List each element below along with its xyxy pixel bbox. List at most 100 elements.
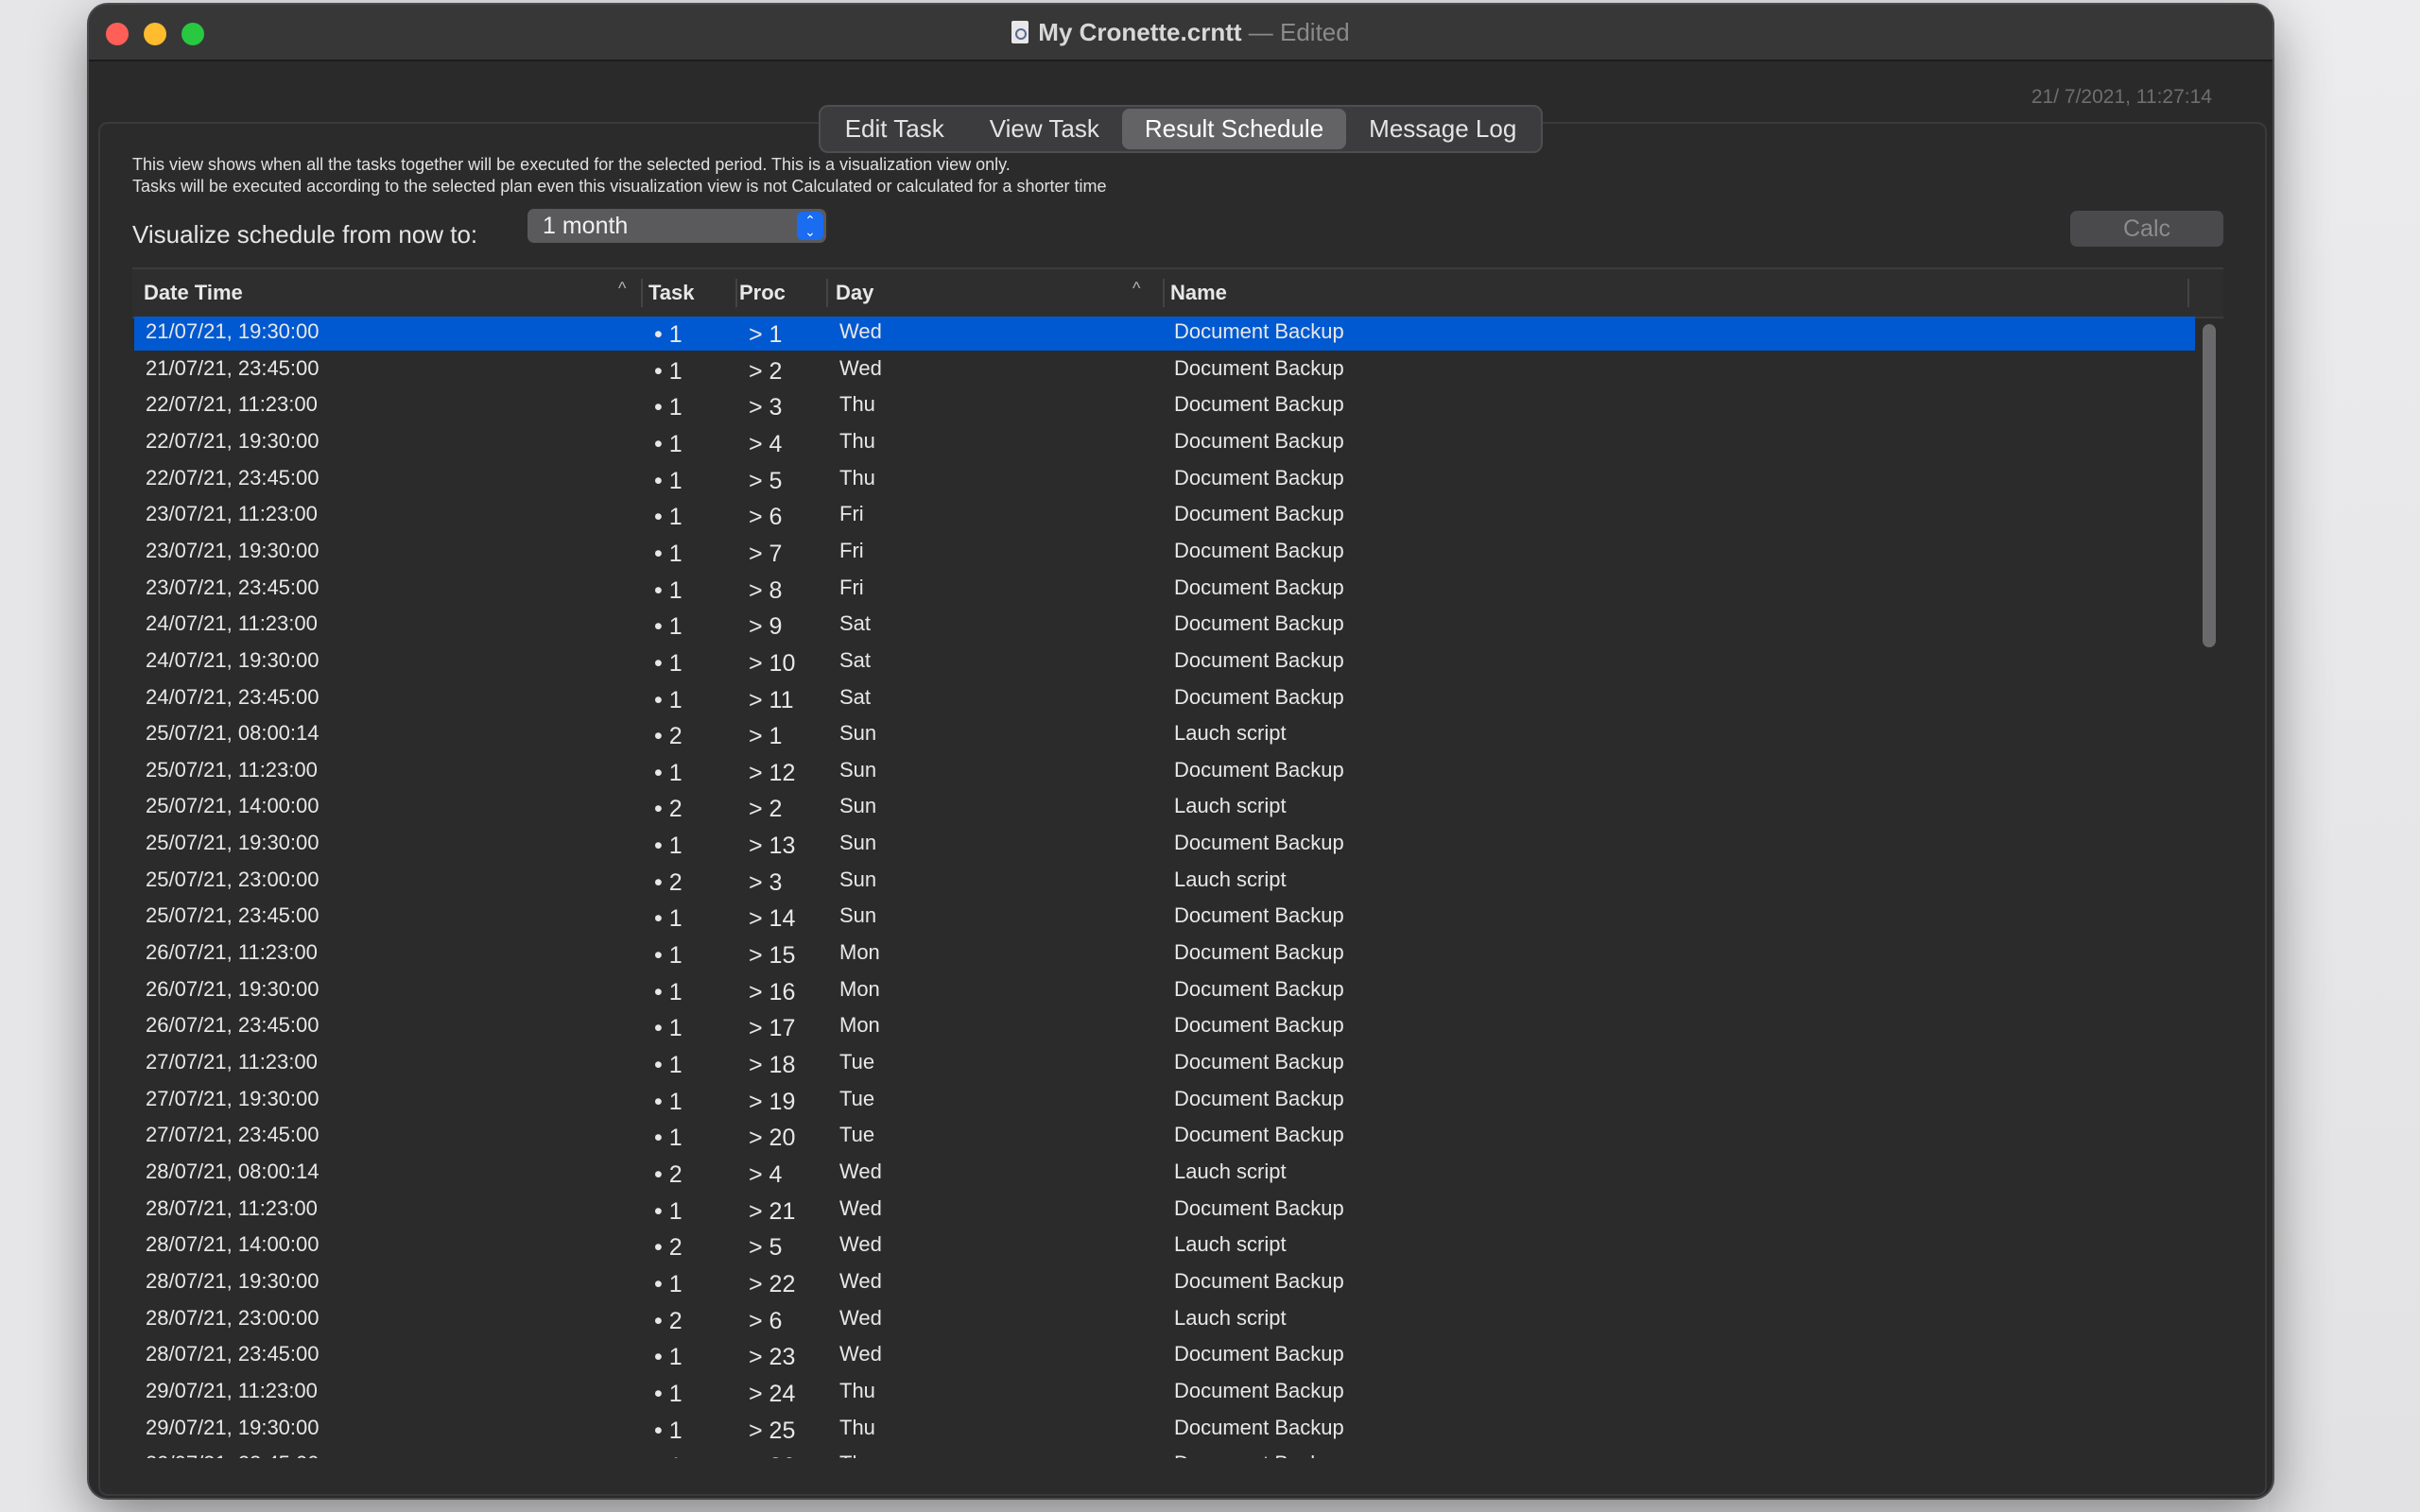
cell-name: Document Backup bbox=[1174, 465, 1344, 490]
calc-button[interactable]: Calc bbox=[2070, 211, 2223, 247]
cell-task: • 1 bbox=[654, 1197, 683, 1225]
table-row[interactable]: 22/07/21, 19:30:00 • 1 > 4 Thu Document Back… bbox=[134, 424, 2195, 460]
up-down-chevron-icon: ⌃ ⌄ bbox=[797, 212, 823, 240]
table-row[interactable]: 25/07/21, 23:00:00 • 2 > 3 Sun Lauch script bbox=[134, 863, 2195, 899]
table-row[interactable]: 26/07/21, 23:45:00 • 1 > 17 Mon Document Bac… bbox=[134, 1008, 2195, 1044]
cell-name: Document Backup bbox=[1174, 684, 1344, 709]
cell-day: Wed bbox=[839, 1159, 882, 1183]
table-row[interactable]: 28/07/21, 11:23:00 • 1 > 21 Wed Document Bac… bbox=[134, 1192, 2195, 1228]
cell-day: Thu bbox=[839, 1415, 875, 1439]
column-divider[interactable] bbox=[1163, 279, 1165, 307]
tab-message-log[interactable]: Message Log bbox=[1346, 109, 1539, 149]
info-line-1: This view shows when all the tasks toget… bbox=[132, 155, 1011, 174]
tab-edit-task[interactable]: Edit Task bbox=[822, 109, 967, 149]
cell-date-time: 26/07/21, 19:30:00 bbox=[146, 976, 320, 1001]
cell-task: • 1 bbox=[654, 540, 683, 567]
cell-proc: > 7 bbox=[749, 540, 783, 567]
cell-date-time: 25/07/21, 08:00:14 bbox=[146, 721, 320, 746]
table-row[interactable]: 23/07/21, 11:23:00 • 1 > 6 Fri Document Back… bbox=[134, 497, 2195, 533]
table-row[interactable]: 23/07/21, 19:30:00 • 1 > 7 Fri Document Back… bbox=[134, 534, 2195, 570]
column-header-day[interactable]: Day bbox=[836, 281, 873, 305]
table-row[interactable]: 26/07/21, 11:23:00 • 1 > 15 Mon Document Bac… bbox=[134, 936, 2195, 971]
cell-proc: > 25 bbox=[749, 1417, 796, 1444]
scrollbar-thumb[interactable] bbox=[2203, 324, 2216, 647]
period-select[interactable]: 1 month ⌃ ⌄ bbox=[527, 209, 826, 243]
table-row[interactable]: 24/07/21, 23:45:00 • 1 > 11 Sat Document Bac… bbox=[134, 680, 2195, 716]
table-row[interactable]: 28/07/21, 23:45:00 • 1 > 23 Wed Document Bac… bbox=[134, 1337, 2195, 1373]
cell-date-time: 28/07/21, 08:00:14 bbox=[146, 1159, 320, 1183]
column-header-date-time[interactable]: Date Time bbox=[144, 281, 243, 305]
column-divider[interactable] bbox=[2187, 279, 2189, 307]
cell-date-time: 22/07/21, 23:45:00 bbox=[146, 465, 320, 490]
column-divider[interactable] bbox=[641, 279, 643, 307]
table-row[interactable]: 28/07/21, 14:00:00 • 2 > 5 Wed Lauch script bbox=[134, 1228, 2195, 1263]
table-row[interactable]: 27/07/21, 11:23:00 • 1 > 18 Tue Document Bac… bbox=[134, 1045, 2195, 1081]
cell-name: Lauch script bbox=[1174, 794, 1287, 818]
schedule-table: Date Time ^ Task Proc Day ^ Name 21/07/2… bbox=[132, 267, 2223, 1458]
cell-proc: > 3 bbox=[749, 394, 783, 421]
table-row[interactable]: 27/07/21, 19:30:00 • 1 > 19 Tue Document Bac… bbox=[134, 1082, 2195, 1118]
table-row[interactable]: 28/07/21, 23:00:00 • 2 > 6 Wed Lauch script bbox=[134, 1301, 2195, 1337]
table-row[interactable]: 24/07/21, 11:23:00 • 1 > 9 Sat Document Back… bbox=[134, 607, 2195, 643]
info-line-2: Tasks will be executed according to the … bbox=[132, 177, 1107, 196]
document-icon bbox=[1011, 21, 1029, 43]
column-header-name[interactable]: Name bbox=[1170, 281, 1227, 305]
vertical-scrollbar[interactable] bbox=[2199, 318, 2221, 1456]
tab-result-schedule[interactable]: Result Schedule bbox=[1121, 109, 1347, 149]
table-row[interactable]: 22/07/21, 11:23:00 • 1 > 3 Thu Document Back… bbox=[134, 387, 2195, 423]
cell-proc: > 4 bbox=[749, 1160, 783, 1188]
cell-name: Document Backup bbox=[1174, 1342, 1344, 1366]
cell-day: Wed bbox=[839, 1305, 882, 1330]
column-header-proc[interactable]: Proc bbox=[739, 281, 786, 305]
title-bar[interactable]: My Cronette.crntt — Edited bbox=[89, 5, 2273, 61]
column-divider[interactable] bbox=[735, 279, 737, 307]
cell-proc: > 3 bbox=[749, 868, 783, 896]
table-row[interactable]: 28/07/21, 19:30:00 • 1 > 22 Wed Document Bac… bbox=[134, 1264, 2195, 1300]
table-row[interactable]: 29/07/21, 11:23:00 • 1 > 24 Thu Document Bac… bbox=[134, 1374, 2195, 1410]
cell-date-time: 28/07/21, 23:45:00 bbox=[146, 1342, 320, 1366]
table-row[interactable]: 29/07/21, 19:30:00 • 1 > 25 Thu Document Bac… bbox=[134, 1411, 2195, 1447]
cell-date-time: 26/07/21, 11:23:00 bbox=[146, 940, 318, 965]
cell-day: Sun bbox=[839, 757, 877, 782]
table-row[interactable]: 25/07/21, 23:45:00 • 1 > 14 Sun Document Bac… bbox=[134, 899, 2195, 935]
cell-proc: > 19 bbox=[749, 1088, 796, 1115]
column-header-task[interactable]: Task bbox=[648, 281, 695, 305]
table-row[interactable]: 21/07/21, 19:30:00 • 1 > 1 Wed Document Back… bbox=[134, 317, 2195, 351]
table-row[interactable]: 27/07/21, 23:45:00 • 1 > 20 Tue Document Bac… bbox=[134, 1118, 2195, 1154]
cell-task: • 2 bbox=[654, 1234, 683, 1262]
cell-day: Mon bbox=[839, 976, 880, 1001]
table-row[interactable]: 25/07/21, 14:00:00 • 2 > 2 Sun Lauch script bbox=[134, 789, 2195, 825]
cell-day: Wed bbox=[839, 1195, 882, 1220]
cell-name: Document Backup bbox=[1174, 1452, 1344, 1458]
cell-date-time: 21/07/21, 19:30:00 bbox=[146, 319, 320, 343]
tab-view-task[interactable]: View Task bbox=[967, 109, 1122, 149]
cell-name: Document Backup bbox=[1174, 1415, 1344, 1439]
table-row[interactable]: 25/07/21, 11:23:00 • 1 > 12 Sun Document Bac… bbox=[134, 753, 2195, 789]
table-row[interactable]: 24/07/21, 19:30:00 • 1 > 10 Sat Document Bac… bbox=[134, 644, 2195, 679]
cell-proc: > 21 bbox=[749, 1197, 796, 1225]
cell-date-time: 27/07/21, 11:23:00 bbox=[146, 1050, 318, 1074]
cell-proc: > 4 bbox=[749, 430, 783, 457]
column-divider[interactable] bbox=[826, 279, 828, 307]
cell-task: • 1 bbox=[654, 1453, 683, 1458]
table-row[interactable]: 21/07/21, 23:45:00 • 1 > 2 Wed Document Back… bbox=[134, 352, 2195, 387]
cell-task: • 1 bbox=[654, 394, 683, 421]
cell-name: Document Backup bbox=[1174, 575, 1344, 599]
table-row[interactable]: 25/07/21, 19:30:00 • 1 > 13 Sun Document Bac… bbox=[134, 826, 2195, 862]
table-row[interactable]: 23/07/21, 23:45:00 • 1 > 8 Fri Document Back… bbox=[134, 571, 2195, 607]
cell-proc: > 14 bbox=[749, 905, 796, 933]
table-row[interactable]: 29/07/21, 23:45:00 • 1 > 26 Thu Document Bac… bbox=[134, 1447, 2195, 1458]
table-row[interactable]: 26/07/21, 19:30:00 • 1 > 16 Mon Document Bac… bbox=[134, 972, 2195, 1008]
cell-day: Sat bbox=[839, 647, 872, 672]
cell-name: Lauch script bbox=[1174, 1232, 1287, 1257]
table-row[interactable]: 22/07/21, 23:45:00 • 1 > 5 Thu Document Back… bbox=[134, 461, 2195, 497]
cell-task: • 1 bbox=[654, 1088, 683, 1115]
cell-proc: > 1 bbox=[749, 723, 783, 750]
table-row[interactable]: 28/07/21, 08:00:14 • 2 > 4 Wed Lauch script bbox=[134, 1155, 2195, 1191]
cell-proc: > 2 bbox=[749, 357, 783, 385]
cell-name: Document Backup bbox=[1174, 976, 1344, 1001]
sort-ascending-icon: ^ bbox=[1132, 279, 1141, 298]
table-row[interactable]: 25/07/21, 08:00:14 • 2 > 1 Sun Lauch script bbox=[134, 716, 2195, 752]
cell-task: • 1 bbox=[654, 1052, 683, 1078]
cell-day: Wed bbox=[839, 319, 882, 343]
